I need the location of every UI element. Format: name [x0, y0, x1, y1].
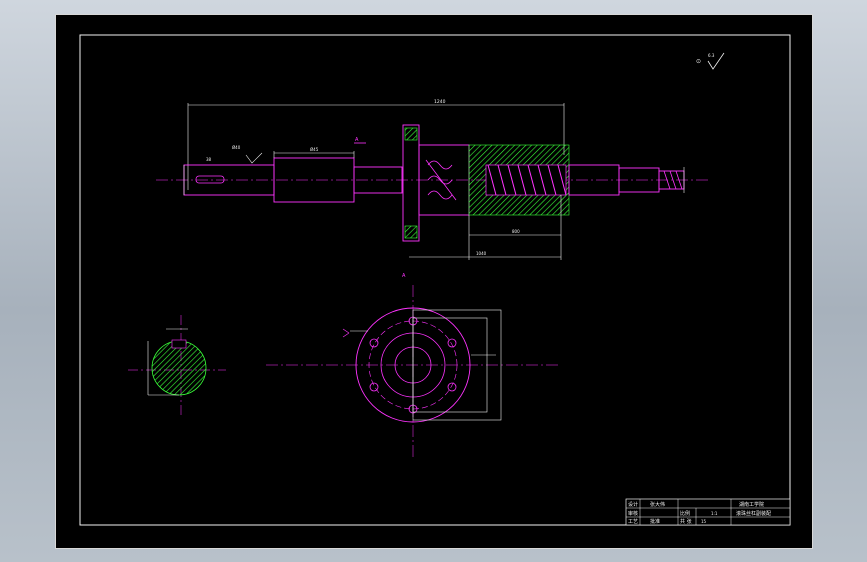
- svg-text:A: A: [402, 273, 406, 279]
- tb-sheet-label: 共 张: [680, 518, 692, 525]
- tb-scale-label: 比例: [680, 510, 690, 517]
- tb-designer-name: 张大伟: [650, 501, 665, 508]
- ball-recirculation: [425, 159, 457, 201]
- shaft-cross-section[interactable]: [128, 315, 226, 415]
- svg-text:800: 800: [512, 229, 520, 234]
- svg-text:A: A: [355, 137, 359, 143]
- tb-role-process: 工艺: [628, 519, 638, 525]
- tb-sheet-value: 15: [701, 519, 707, 524]
- title-block[interactable]: 设计 审核 工艺 张大伟 批准 比例 1:1 共 张 15 湖南工学院 滚珠丝杠…: [625, 498, 791, 526]
- svg-text:1240: 1240: [434, 99, 446, 105]
- roughness-symbol: ⊙ 6.3: [696, 52, 725, 70]
- tb-part-name: 滚珠丝杠副装配: [736, 510, 771, 517]
- roughness-prefix: ⊙: [696, 58, 701, 65]
- inner-border-frame: [79, 34, 791, 526]
- tb-school: 湖南工学院: [739, 501, 764, 508]
- drawing-sheet[interactable]: ⊙ 6.3 1240 38 Ø40 Ø45 A 800 1040 A 设计 审核…: [55, 14, 813, 549]
- svg-text:1040: 1040: [476, 251, 487, 256]
- roughness-value: 6.3: [708, 53, 715, 58]
- tb-role-approver: 批准: [650, 518, 660, 525]
- svg-text:Ø40: Ø40: [232, 145, 241, 150]
- drawing-canvas: ⊙ 6.3 1240 38 Ø40 Ø45 A 800 1040 A 设计 审核…: [79, 34, 791, 526]
- svg-text:Ø45: Ø45: [310, 147, 319, 152]
- tb-role-checker: 审核: [628, 510, 638, 517]
- right-end-thread: [663, 170, 683, 190]
- keyway: [195, 175, 225, 184]
- nut-flange-front-view[interactable]: [266, 285, 561, 460]
- tb-role-designer: 设计: [628, 501, 638, 508]
- ball-screw-assembly-view[interactable]: 1240 38 Ø40 Ø45 A 800 1040: [156, 99, 711, 260]
- tb-scale-value: 1:1: [711, 511, 718, 516]
- nut-flange: [402, 124, 420, 242]
- cad-viewport[interactable]: ⊙ 6.3 1240 38 Ø40 Ø45 A 800 1040 A 设计 审核…: [0, 0, 867, 562]
- svg-text:38: 38: [206, 157, 212, 162]
